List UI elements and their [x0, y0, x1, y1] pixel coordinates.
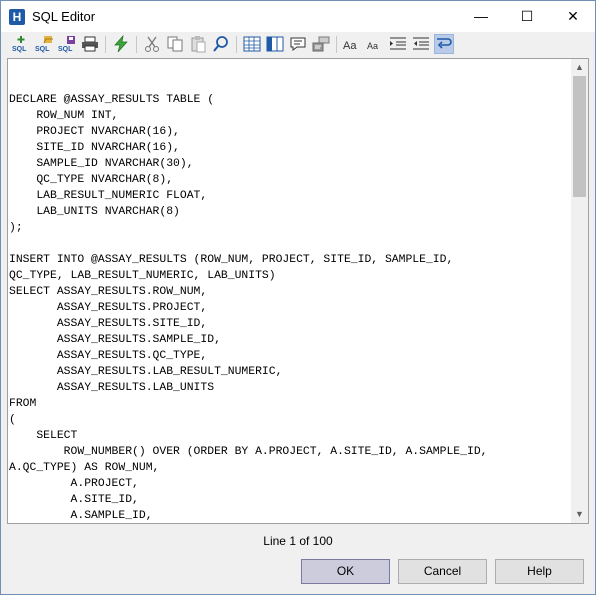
svg-text:Aa: Aa [343, 40, 357, 52]
sql-editor-window: H SQL Editor — ☐ ✕ SQL SQL SQL Aa Aa DEC… [0, 0, 596, 595]
svg-text:SQL: SQL [58, 46, 73, 53]
sql-code-text[interactable]: DECLARE @ASSAY_RESULTS TABLE ( ROW_NUM I… [9, 92, 488, 523]
svg-text:SQL: SQL [35, 46, 50, 53]
scroll-thumb[interactable] [573, 76, 586, 197]
lowercase-icon[interactable]: Aa [365, 34, 385, 54]
toolbar: SQL SQL SQL Aa Aa [1, 32, 595, 56]
copy-icon[interactable] [165, 34, 185, 54]
scroll-down-icon[interactable]: ▼ [571, 506, 588, 523]
title-bar: H SQL Editor — ☐ ✕ [1, 1, 595, 32]
outdent-icon[interactable] [411, 34, 431, 54]
line-status: Line 1 of 100 [263, 534, 333, 548]
uncomment-icon[interactable] [311, 34, 331, 54]
toolbar-separator [336, 36, 337, 53]
uppercase-icon[interactable]: Aa [342, 34, 362, 54]
vertical-scrollbar[interactable]: ▲ ▼ [571, 59, 588, 523]
table-icon[interactable] [242, 34, 262, 54]
comment-icon[interactable] [288, 34, 308, 54]
columns-icon[interactable] [265, 34, 285, 54]
toolbar-separator [105, 36, 106, 53]
minimize-button[interactable]: — [458, 1, 504, 32]
open-sql-icon[interactable]: SQL [34, 34, 54, 54]
execute-icon[interactable] [111, 34, 131, 54]
cancel-button[interactable]: Cancel [398, 559, 487, 584]
help-button[interactable]: Help [495, 559, 584, 584]
close-button[interactable]: ✕ [550, 1, 596, 32]
save-sql-icon[interactable]: SQL [57, 34, 77, 54]
find-icon[interactable] [211, 34, 231, 54]
ok-button[interactable]: OK [301, 559, 390, 584]
scroll-up-icon[interactable]: ▲ [571, 59, 588, 76]
svg-text:SQL: SQL [12, 46, 27, 53]
maximize-button[interactable]: ☐ [504, 1, 550, 32]
sql-code-editor[interactable]: DECLARE @ASSAY_RESULTS TABLE ( ROW_NUM I… [7, 58, 589, 524]
paste-icon[interactable] [188, 34, 208, 54]
indent-icon[interactable] [388, 34, 408, 54]
print-icon[interactable] [80, 34, 100, 54]
cut-icon[interactable] [142, 34, 162, 54]
svg-text:Aa: Aa [367, 41, 378, 51]
toolbar-separator [136, 36, 137, 53]
new-sql-icon[interactable]: SQL [11, 34, 31, 54]
window-title: SQL Editor [32, 9, 96, 24]
toolbar-separator [236, 36, 237, 53]
app-logo-icon: H [9, 9, 25, 25]
word-wrap-icon[interactable] [434, 34, 454, 54]
